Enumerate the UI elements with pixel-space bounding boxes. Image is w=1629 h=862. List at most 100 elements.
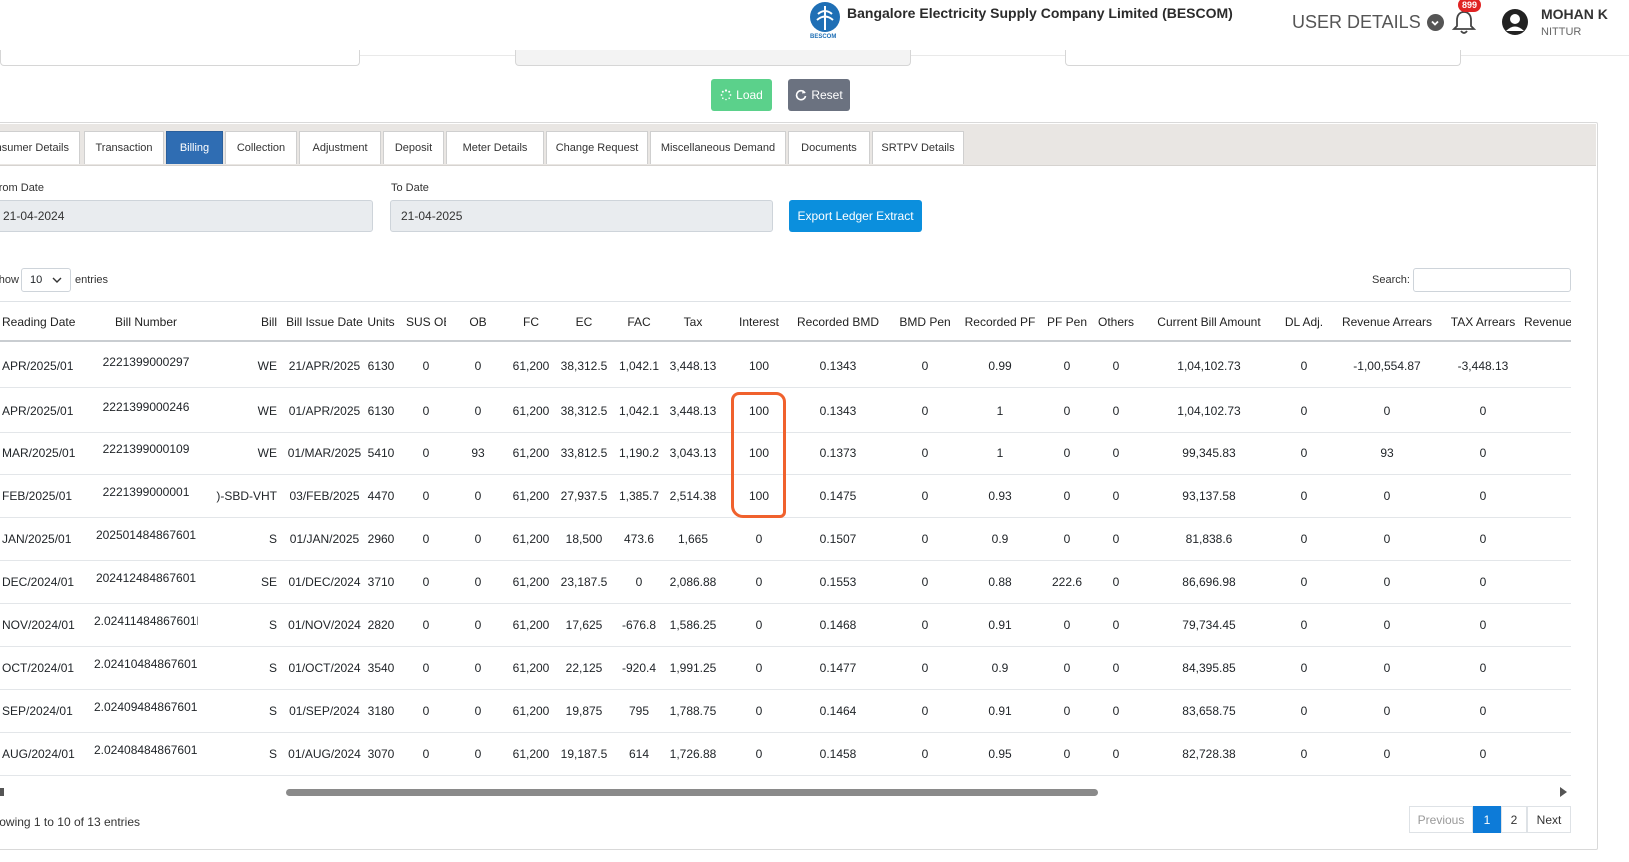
table-row[interactable]: 01/JAN/2025 202501484867601 S 01/JAN/2025 29… <box>0 516 1571 561</box>
next-page-button[interactable]: Next <box>1527 806 1571 833</box>
table-row[interactable]: 01/DEC/2024 202412484867601 SE 01/DEC/2024 3… <box>0 559 1571 604</box>
tab-documents[interactable]: Documents <box>788 131 870 164</box>
column-header-ec[interactable]: EC <box>560 315 608 329</box>
cell-bmd-pen: 0 <box>921 446 929 460</box>
tab-meter-details[interactable]: Meter Details <box>446 131 544 164</box>
column-header-units[interactable]: Units <box>366 315 396 329</box>
cell-dl-adj: 0 <box>1300 359 1308 373</box>
cell-fc: 61,200 <box>512 704 550 718</box>
tab-billing[interactable]: Billing <box>166 131 223 164</box>
column-header-revenue-interest[interactable]: Revenue Interest <box>1524 315 1571 329</box>
table-row[interactable]: 01/AUG/2024 2.02408484867601E14 S 01/AUG/20… <box>0 731 1571 776</box>
column-header-sus-ob[interactable]: SUS OB <box>406 315 446 329</box>
export-ledger-button[interactable]: Export Ledger Extract <box>789 200 922 232</box>
column-header-interest[interactable]: Interest <box>733 315 785 329</box>
column-header-tax[interactable]: Tax <box>667 315 719 329</box>
user-details-menu[interactable]: USER DETAILS <box>1292 12 1444 33</box>
table-row[interactable]: 01/APR/2025 2221399000297 WE 21/APR/2025 613… <box>0 343 1571 388</box>
cell-dl-adj: 0 <box>1300 661 1308 675</box>
cell-fc: 61,200 <box>512 404 550 418</box>
table-row[interactable]: 01/OCT/2024 2.02410484867601E14 S 01/OCT/20… <box>0 645 1571 690</box>
column-header-dl-adj[interactable]: DL Adj. <box>1280 315 1328 329</box>
cell-tax-arrears: 0 <box>1479 446 1487 460</box>
cell-bill: SBD-VHT-( <box>216 489 277 503</box>
cell-current-bill-amount: 83,658.75 <box>1182 704 1236 718</box>
tab-adjustment[interactable]: Adjustment <box>299 131 381 164</box>
from-date-field[interactable]: 21-04-2024 <box>0 200 373 232</box>
tab-miscellaneous-demand[interactable]: Miscellaneous Demand <box>650 131 786 164</box>
cell-bill-issue-date: 01/OCT/2024 <box>288 661 361 675</box>
column-header-bill[interactable]: Bill <box>205 315 277 329</box>
cell-others: 0 <box>1112 446 1120 460</box>
column-header-fac[interactable]: FAC <box>618 315 660 329</box>
tab-change-request[interactable]: Change Request <box>546 131 648 164</box>
page-length-select[interactable]: 10 <box>21 268 71 292</box>
interest-highlight-annotation <box>731 392 786 518</box>
cell-ec: 23,187.5 <box>560 575 608 589</box>
search-input[interactable] <box>1413 268 1571 292</box>
cell-reading-date: 01/APR/2025 <box>2 359 74 373</box>
cell-pf-pen: 0 <box>1063 446 1071 460</box>
cell-dl-adj: 0 <box>1300 618 1308 632</box>
cell-recorded-bmd: 0.1373 <box>819 446 857 460</box>
column-header-revenue-arrears[interactable]: Revenue Arrears <box>1330 315 1444 329</box>
tab-consumer-details[interactable]: Consumer Details <box>0 131 80 164</box>
page-1-button[interactable]: 1 <box>1473 806 1501 833</box>
column-header-tax-arrears[interactable]: TAX Arrears <box>1442 315 1524 329</box>
page-length-value: 10 <box>30 274 43 286</box>
cell-pf-pen: 0 <box>1063 359 1071 373</box>
column-header-recorded-bmd[interactable]: Recorded BMD <box>790 315 886 329</box>
bell-icon[interactable] <box>1451 8 1477 36</box>
tab-transaction[interactable]: Transaction <box>84 131 164 164</box>
user-avatar-icon[interactable] <box>1501 8 1529 36</box>
column-header-current-bill-amount[interactable]: Current Bill Amount <box>1144 315 1274 329</box>
to-date-field[interactable]: 21-04-2025 <box>390 200 773 232</box>
horizontal-scrollbar[interactable] <box>0 786 1571 798</box>
page-2-button[interactable]: 2 <box>1501 806 1527 833</box>
cell-others: 0 <box>1112 359 1120 373</box>
column-header-bill-number[interactable]: Bill Number <box>94 315 198 329</box>
cell-fc: 61,200 <box>512 747 550 761</box>
scroll-right-arrow-icon[interactable] <box>1560 787 1567 797</box>
cell-bill-issue-date: 01/MAR/2025 <box>287 446 362 460</box>
partial-field-center[interactable] <box>515 50 911 66</box>
cell-dl-adj: 0 <box>1300 704 1308 718</box>
cell-tax: 3,043.13 <box>669 446 717 460</box>
column-header-pf-pen[interactable]: PF Pen <box>1044 315 1090 329</box>
cell-sus-ob: 0 <box>422 446 430 460</box>
cell-ob: 0 <box>474 359 482 373</box>
cell-tax-arrears: -3,448.13 <box>1457 359 1509 373</box>
column-header-fc[interactable]: FC <box>508 315 554 329</box>
cell-sus-ob: 0 <box>422 359 430 373</box>
table-row[interactable]: 01/SEP/2024 2.02409484867601E14 S 01/SEP/20… <box>0 688 1571 733</box>
load-button[interactable]: Load <box>711 79 772 111</box>
column-header-recorded-pf[interactable]: Recorded PF <box>962 315 1038 329</box>
tab-srtpv-details[interactable]: SRTPV Details <box>872 131 964 164</box>
column-header-bill-issue-date[interactable]: Bill Issue Date <box>281 315 368 329</box>
tab-deposit[interactable]: Deposit <box>383 131 444 164</box>
cell-fac: 473.6 <box>623 532 655 546</box>
column-header-others[interactable]: Others <box>1094 315 1138 329</box>
cell-interest: 0 <box>755 618 763 632</box>
column-header-ob[interactable]: OB <box>465 315 491 329</box>
previous-page-button[interactable]: Previous <box>1409 806 1473 833</box>
load-label: Load <box>736 88 763 102</box>
column-header-reading-date[interactable]: Reading Date <box>0 315 78 329</box>
cell-tax: 1,665 <box>677 532 709 546</box>
partial-field-right[interactable] <box>1065 50 1461 66</box>
cell-fc: 61,200 <box>512 532 550 546</box>
cell-bill-issue-date: 03/FEB/2025 <box>289 489 360 503</box>
scroll-left-arrow-icon[interactable] <box>0 788 4 796</box>
table-row[interactable]: 01/NOV/2024 2.02411484867601E14 S 01/NOV/20… <box>0 602 1571 647</box>
cell-bill-number: 2.02410484867601E14 <box>94 657 198 671</box>
cell-sus-ob: 0 <box>422 661 430 675</box>
cell-others: 0 <box>1112 489 1120 503</box>
partial-field-left[interactable] <box>0 50 360 66</box>
scrollbar-thumb[interactable] <box>286 789 1098 796</box>
column-header-bmd-pen[interactable]: BMD Pen <box>892 315 958 329</box>
cell-fac: 1,190.2 <box>618 446 660 460</box>
cell-bmd-pen: 0 <box>921 704 929 718</box>
reset-button[interactable]: Reset <box>788 79 850 111</box>
tab-collection[interactable]: Collection <box>225 131 297 164</box>
cell-bill: WE <box>257 446 277 460</box>
